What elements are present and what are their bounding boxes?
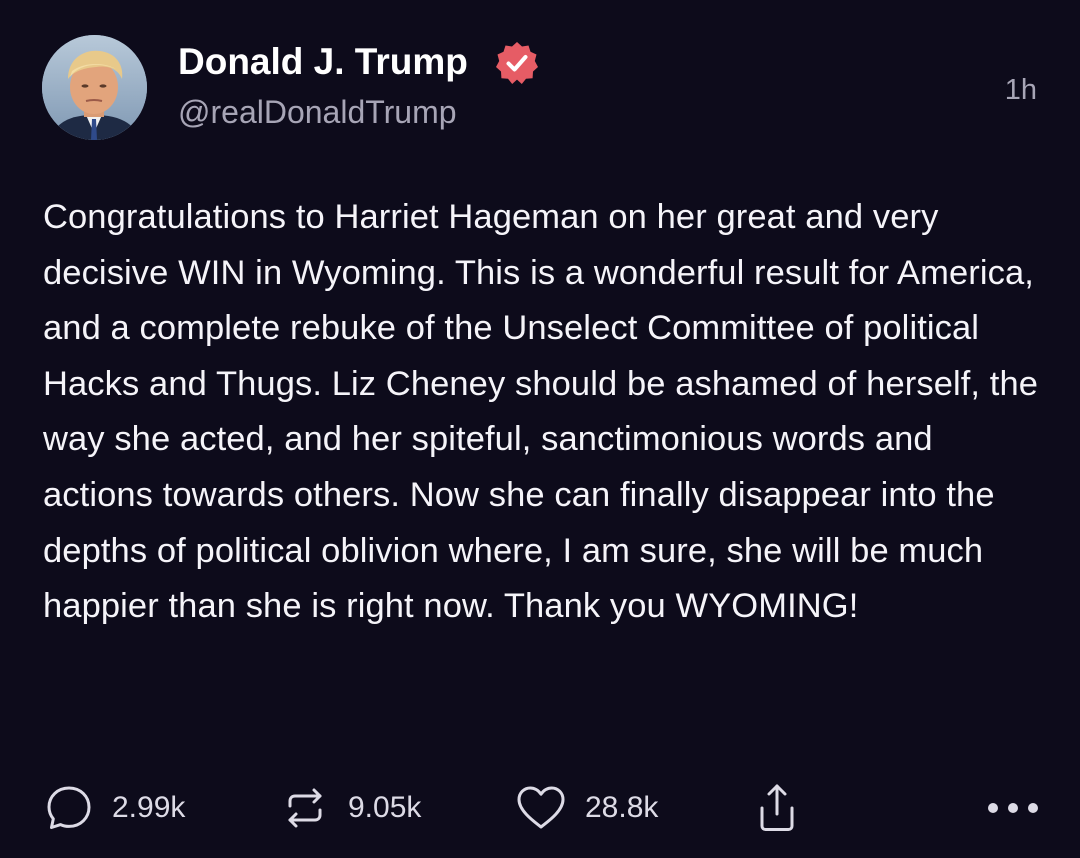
- avatar-portrait-icon: [42, 35, 147, 140]
- post-timestamp: 1h: [1004, 74, 1037, 106]
- ellipsis-icon: [988, 803, 1038, 813]
- speech-bubble-icon: [47, 786, 91, 829]
- like-count: 28.8k: [585, 791, 659, 824]
- more-options-button[interactable]: [985, 780, 1041, 836]
- post-action-bar: 2.99k 9.05k 28.8k: [0, 780, 1080, 836]
- reply-count: 2.99k: [112, 791, 186, 824]
- restate-button[interactable]: 9.05k: [280, 780, 421, 836]
- author-handle[interactable]: @realDonaldTrump: [178, 92, 457, 132]
- share-upload-icon: [760, 784, 794, 831]
- reply-button[interactable]: 2.99k: [44, 780, 185, 836]
- repost-arrows-icon: [288, 788, 322, 828]
- like-button[interactable]: 28.8k: [515, 780, 658, 836]
- verified-badge-icon: [496, 42, 538, 84]
- heart-icon: [517, 786, 565, 829]
- author-avatar[interactable]: [42, 35, 147, 140]
- post-card: Donald J. Trump @realDonaldTrump 1h Cong…: [0, 0, 1080, 858]
- share-button[interactable]: [752, 780, 802, 836]
- restate-count: 9.05k: [348, 791, 422, 824]
- author-display-name[interactable]: Donald J. Trump: [178, 38, 468, 86]
- post-body-text: Congratulations to Harriet Hageman on he…: [43, 198, 1039, 626]
